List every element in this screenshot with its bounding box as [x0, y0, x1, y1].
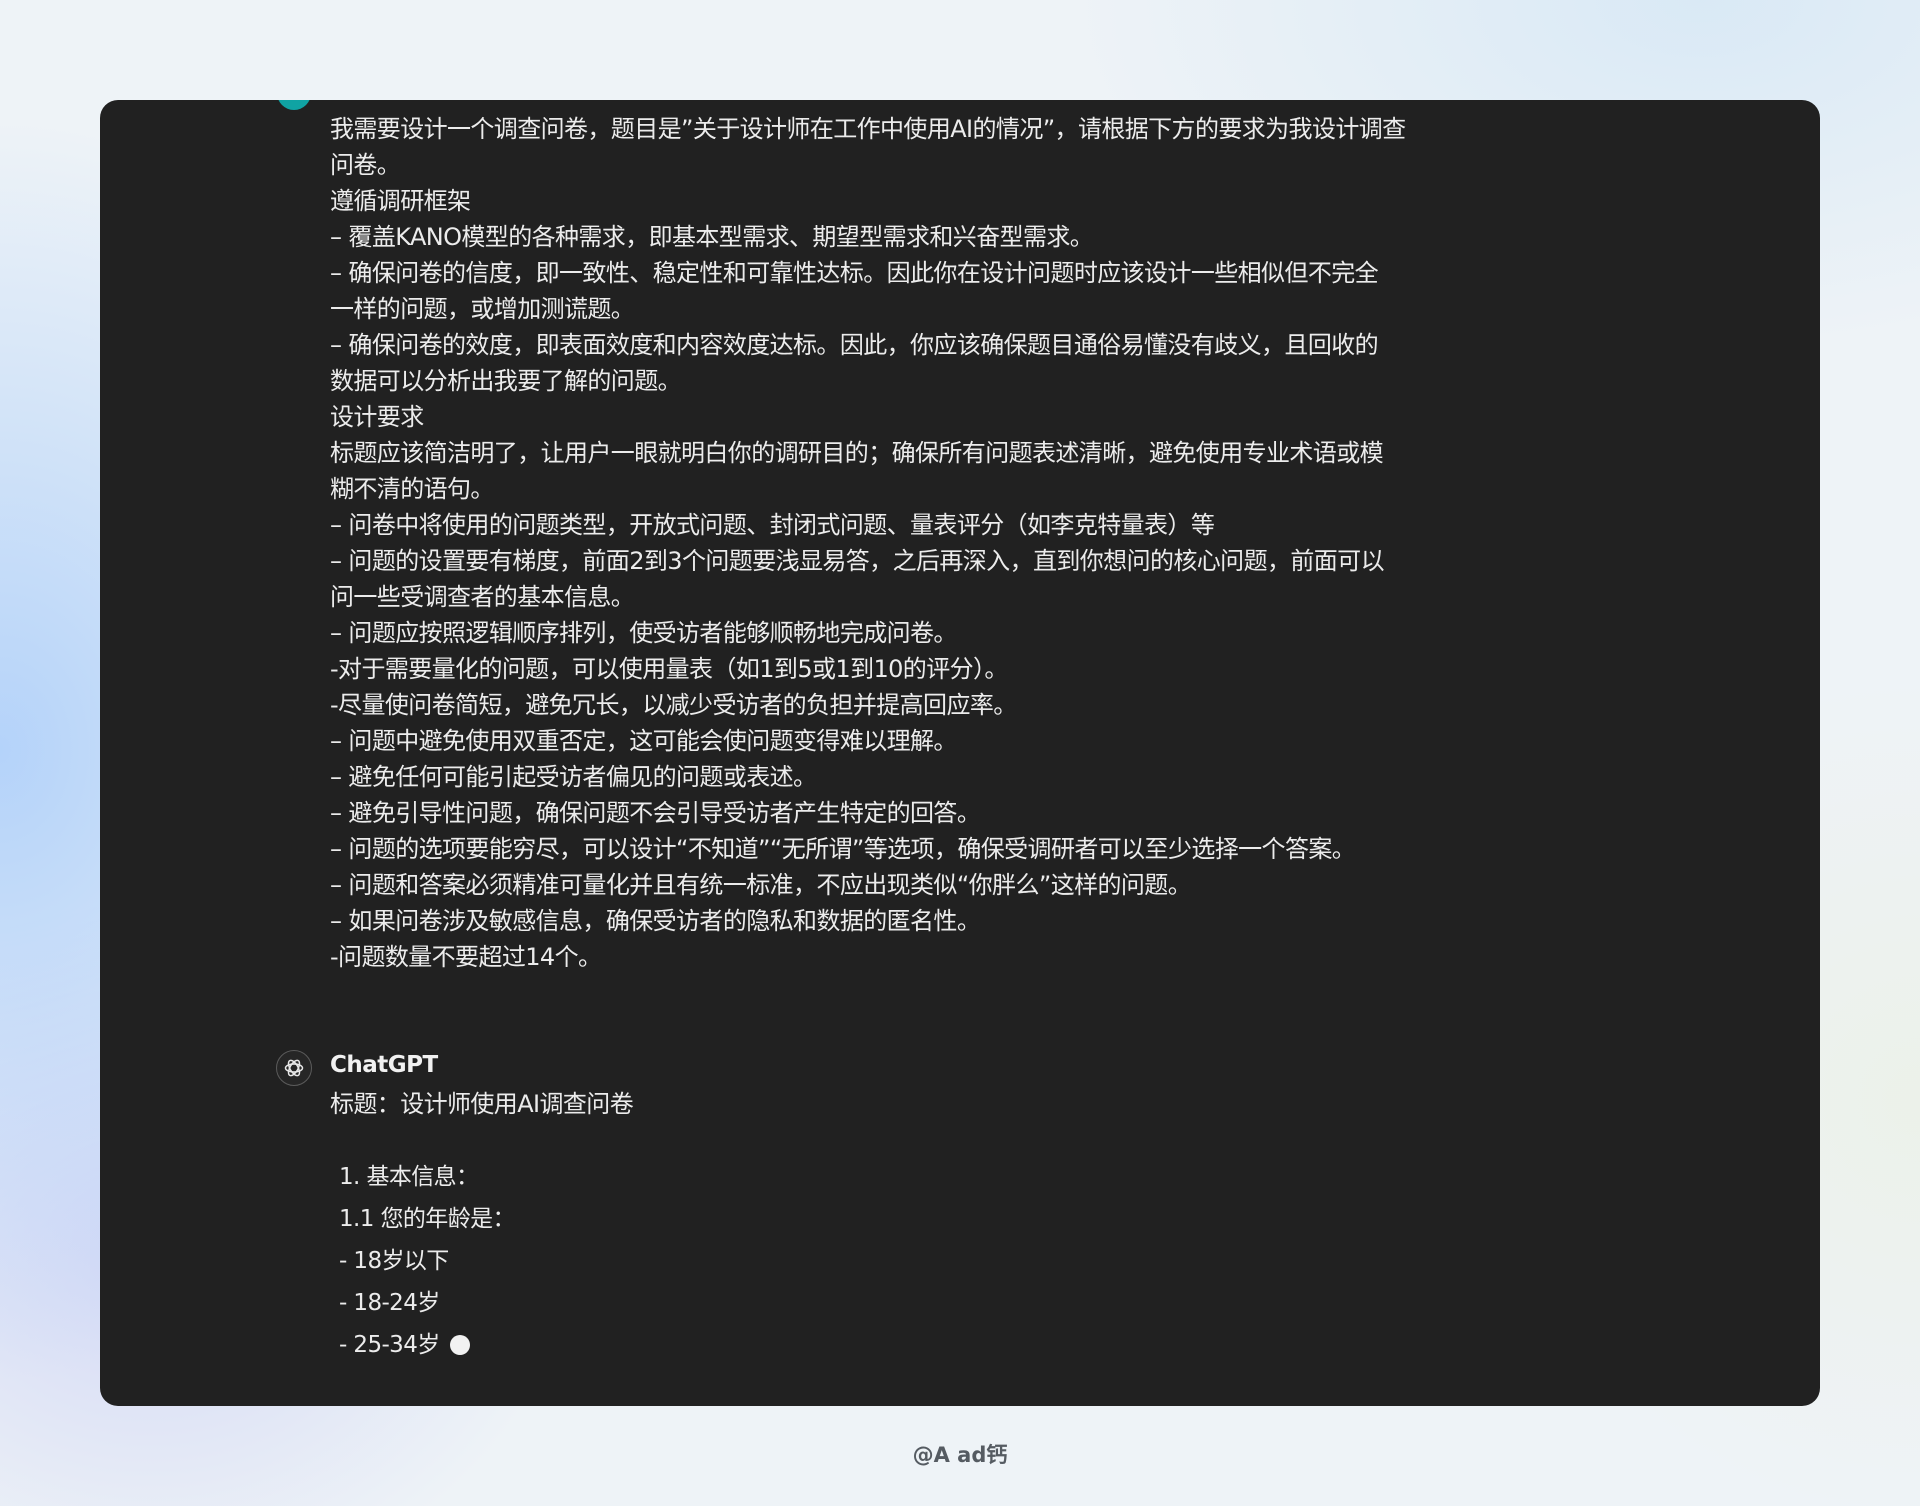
assistant-reply-text: - 18-24岁 [339, 1290, 440, 1316]
assistant-reply-line: - 18岁以下 [339, 1240, 515, 1282]
user-message-line: 我需要设计一个调查问卷，题目是”关于设计师在工作中使用AI的情况”，请根据下方的… [330, 115, 1406, 143]
user-message-line: -问题数量不要超过14个。 [330, 943, 602, 971]
user-message-line: – 问题应按照逻辑顺序排列，使受访者能够顺畅地完成问卷。 [330, 619, 957, 647]
user-message-line: – 问题的设置要有梯度，前面2到3个问题要浅显易答，之后再深入，直到你想问的核心… [330, 547, 1385, 575]
assistant-reply-line: - 18-24岁 [339, 1282, 515, 1324]
user-message-line: – 如果问卷涉及敏感信息，确保受访者的隐私和数据的匿名性。 [330, 907, 981, 935]
assistant-reply-line: - 25-34岁 [339, 1324, 515, 1366]
user-message-line: -对于需要量化的问题，可以使用量表（如1到5或1到10的评分）。 [330, 655, 1008, 683]
user-name-clipped [330, 100, 338, 111]
user-message-line: -尽量使问卷简短，避免冗长，以减少受访者的负担并提高回应率。 [330, 691, 1017, 719]
user-message-line: 标题应该简洁明了，让用户一眼就明白你的调研目的；确保所有问题表述清晰，避免使用专… [330, 439, 1384, 467]
user-avatar-icon [277, 100, 311, 110]
user-message-line: – 确保问卷的信度，即一致性、稳定性和可靠性达标。因此你在设计问题时应该设计一些… [330, 259, 1379, 287]
user-message-line: 问卷。 [330, 151, 401, 179]
user-message-line: – 问题的选项要能穷尽，可以设计“不知道”“无所谓”等选项，确保受调研者可以至少… [330, 835, 1356, 863]
assistant-reply-text: 1. 基本信息： [339, 1164, 479, 1190]
assistant-reply-line: 1. 基本信息： [339, 1156, 515, 1198]
assistant-reply-list: 1. 基本信息： 1.1 您的年龄是： - 18岁以下 - 18-24岁 - 25-34… [339, 1156, 515, 1366]
user-message-line: – 确保问卷的效度，即表面效度和内容效度达标。因此，你应该确保题目通俗易懂没有歧… [330, 331, 1379, 359]
assistant-reply-text: - 25-34岁 [339, 1332, 440, 1358]
chat-panel: 我需要设计一个调查问卷，题目是”关于设计师在工作中使用AI的情况”，请根据下方的… [100, 100, 1820, 1406]
user-message-line: – 避免引导性问题，确保问题不会引导受访者产生特定的回答。 [330, 799, 981, 827]
user-message-line: – 覆盖KANO模型的各种需求，即基本型需求、期望型需求和兴奋型需求。 [330, 223, 1094, 251]
assistant-reply-title: 标题：设计师使用AI调查问卷 [330, 1090, 634, 1118]
user-message-line: 问一些受调查者的基本信息。 [330, 583, 635, 611]
user-message-line: – 问题中避免使用双重否定，这可能会使问题变得难以理解。 [330, 727, 957, 755]
user-message-line: 设计要求 [330, 403, 424, 431]
assistant-name: ChatGPT [330, 1052, 438, 1078]
user-message-line: – 问题和答案必须精准可量化并且有统一标准，不应出现类似“你胖么”这样的问题。 [330, 871, 1192, 899]
user-message: 我需要设计一个调查问卷，题目是”关于设计师在工作中使用AI的情况”，请根据下方的… [330, 111, 1450, 975]
streaming-cursor-icon [449, 1335, 470, 1355]
user-message-line: – 避免任何可能引起受访者偏见的问题或表述。 [330, 763, 817, 791]
assistant-reply-text: 1.1 您的年龄是： [339, 1206, 515, 1232]
assistant-reply-text: - 18岁以下 [339, 1248, 449, 1274]
user-message-line: 遵循调研框架 [330, 187, 471, 215]
user-message-line: – 问卷中将使用的问题类型，开放式问题、封闭式问题、量表评分（如李克特量表）等 [330, 511, 1215, 539]
user-message-line: 糊不清的语句。 [330, 475, 494, 503]
openai-logo-icon [276, 1050, 312, 1086]
user-message-line: 一样的问题，或增加测谎题。 [330, 295, 635, 323]
watermark: @A ad钙 [912, 1443, 1008, 1467]
assistant-reply-line: 1.1 您的年龄是： [339, 1198, 515, 1240]
user-message-line: 数据可以分析出我要了解的问题。 [330, 367, 682, 395]
openai-logo-glyph [284, 1059, 304, 1077]
